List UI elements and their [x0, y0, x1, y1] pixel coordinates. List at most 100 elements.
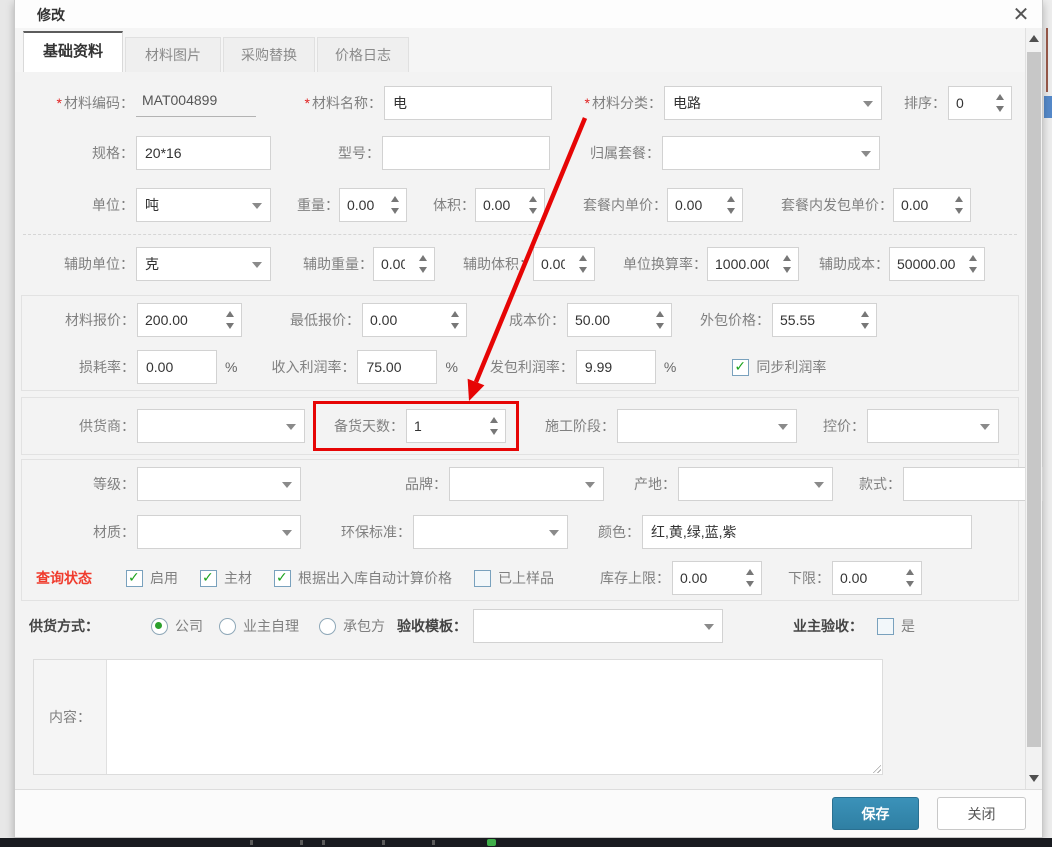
weight-input[interactable] — [340, 189, 384, 221]
spin-down-icon[interactable] — [451, 323, 459, 329]
tab-purchase-replace[interactable]: 采购替换 — [223, 37, 315, 73]
aux-volume-input[interactable] — [534, 248, 572, 280]
aux-cost-input[interactable] — [890, 248, 962, 280]
income-rate-input[interactable] — [357, 350, 437, 384]
material-name-input[interactable] — [384, 86, 552, 120]
spin-down-icon[interactable] — [955, 208, 963, 214]
tab-price-log[interactable]: 价格日志 — [317, 37, 409, 73]
supply-mode-owner-radio[interactable] — [219, 618, 236, 635]
sync-profit-checkbox[interactable] — [732, 359, 749, 376]
aux-weight-input[interactable] — [374, 248, 412, 280]
taskbar-mark — [300, 840, 303, 845]
spin-up-icon[interactable] — [529, 196, 537, 202]
spin-up-icon[interactable] — [783, 255, 791, 261]
aux-unit-select[interactable]: 克 — [136, 247, 271, 281]
scroll-down-icon[interactable] — [1026, 770, 1042, 787]
spin-down-icon[interactable] — [529, 208, 537, 214]
sampled-checkbox[interactable] — [474, 570, 491, 587]
spec-input[interactable] — [136, 136, 271, 170]
stage-select[interactable] — [617, 409, 797, 443]
scrollbar-thumb[interactable] — [1027, 52, 1041, 747]
texture-select[interactable] — [137, 515, 301, 549]
belong-package-select[interactable] — [662, 136, 880, 170]
spin-down-icon[interactable] — [783, 267, 791, 273]
stock-days-input[interactable] — [407, 410, 483, 442]
supply-mode-contractor-radio[interactable] — [319, 618, 336, 635]
tab-basic-data[interactable]: 基础资料 — [23, 31, 123, 73]
spin-up-icon[interactable] — [579, 255, 587, 261]
spin-up-icon[interactable] — [490, 417, 498, 423]
spin-down-icon[interactable] — [490, 429, 498, 435]
taskbar-mark — [432, 840, 435, 845]
color-input[interactable] — [642, 515, 972, 549]
spin-down-icon[interactable] — [226, 323, 234, 329]
spin-up-icon[interactable] — [955, 196, 963, 202]
cost-price-input[interactable] — [568, 304, 649, 336]
content-textarea[interactable] — [107, 660, 882, 774]
supply-mode-company-radio[interactable] — [151, 618, 168, 635]
spin-down-icon[interactable] — [579, 267, 587, 273]
pkg-unit-price-input[interactable] — [668, 189, 720, 221]
spin-up-icon[interactable] — [391, 196, 399, 202]
material-name-label: *材料名称： — [282, 93, 382, 113]
spin-down-icon[interactable] — [906, 581, 914, 587]
stock-max-input[interactable] — [673, 562, 739, 594]
price-ctrl-select[interactable] — [867, 409, 999, 443]
spin-up-icon[interactable] — [419, 255, 427, 261]
env-std-select[interactable] — [413, 515, 568, 549]
aux-weight-label: 辅助重量： — [287, 254, 373, 274]
stock-min-input[interactable] — [833, 562, 899, 594]
material-category-select[interactable]: 电路 — [664, 86, 882, 120]
vertical-scrollbar[interactable] — [1025, 28, 1042, 789]
style-input[interactable] — [903, 467, 1043, 501]
auto-calc-checkbox[interactable] — [274, 570, 291, 587]
out-rate-input[interactable] — [576, 350, 656, 384]
out-price-input[interactable] — [773, 304, 854, 336]
close-icon[interactable]: ✕ — [1008, 1, 1034, 27]
grade-select[interactable] — [137, 467, 301, 501]
accept-tpl-select[interactable] — [473, 609, 723, 643]
spin-up-icon[interactable] — [906, 569, 914, 575]
spin-down-icon[interactable] — [391, 208, 399, 214]
spin-down-icon[interactable] — [996, 106, 1004, 112]
spin-up-icon[interactable] — [226, 311, 234, 317]
close-button[interactable]: 关闭 — [937, 797, 1026, 830]
loss-rate-input[interactable] — [137, 350, 217, 384]
spin-up-icon[interactable] — [969, 255, 977, 261]
brand-select[interactable] — [449, 467, 604, 501]
model-label: 型号： — [280, 143, 380, 163]
pkg-out-price-input[interactable] — [894, 189, 948, 221]
spin-down-icon[interactable] — [727, 208, 735, 214]
unit-select[interactable]: 吨 — [136, 188, 271, 222]
min-quote-input[interactable] — [363, 304, 444, 336]
save-button[interactable]: 保存 — [832, 797, 919, 830]
spin-down-icon[interactable] — [861, 323, 869, 329]
spin-up-icon[interactable] — [746, 569, 754, 575]
sort-input[interactable] — [949, 87, 989, 119]
supplier-select[interactable] — [137, 409, 305, 443]
spin-up-icon[interactable] — [996, 94, 1004, 100]
spin-up-icon[interactable] — [861, 311, 869, 317]
spin-up-icon[interactable] — [727, 196, 735, 202]
spin-up-icon[interactable] — [656, 311, 664, 317]
spin-down-icon[interactable] — [969, 267, 977, 273]
tab-material-images[interactable]: 材料图片 — [125, 37, 221, 73]
unit-rate-label: 单位换算率： — [607, 254, 707, 274]
enabled-checkbox[interactable] — [126, 570, 143, 587]
quote-input[interactable] — [138, 304, 219, 336]
spin-up-icon[interactable] — [451, 311, 459, 317]
stock-max-label: 库存上限： — [584, 568, 670, 588]
model-input[interactable] — [382, 136, 550, 170]
scroll-up-icon[interactable] — [1026, 30, 1042, 47]
brand-label: 品牌： — [357, 474, 447, 494]
main-material-checkbox[interactable] — [200, 570, 217, 587]
origin-select[interactable] — [678, 467, 833, 501]
spin-down-icon[interactable] — [746, 581, 754, 587]
spin-down-icon[interactable] — [419, 267, 427, 273]
volume-input[interactable] — [476, 189, 522, 221]
min-quote-stepper — [362, 303, 467, 337]
spin-down-icon[interactable] — [656, 323, 664, 329]
unit-rate-input[interactable] — [708, 248, 776, 280]
owner-accept-checkbox[interactable] — [877, 618, 894, 635]
accept-tpl-label: 验收模板： — [397, 616, 467, 636]
